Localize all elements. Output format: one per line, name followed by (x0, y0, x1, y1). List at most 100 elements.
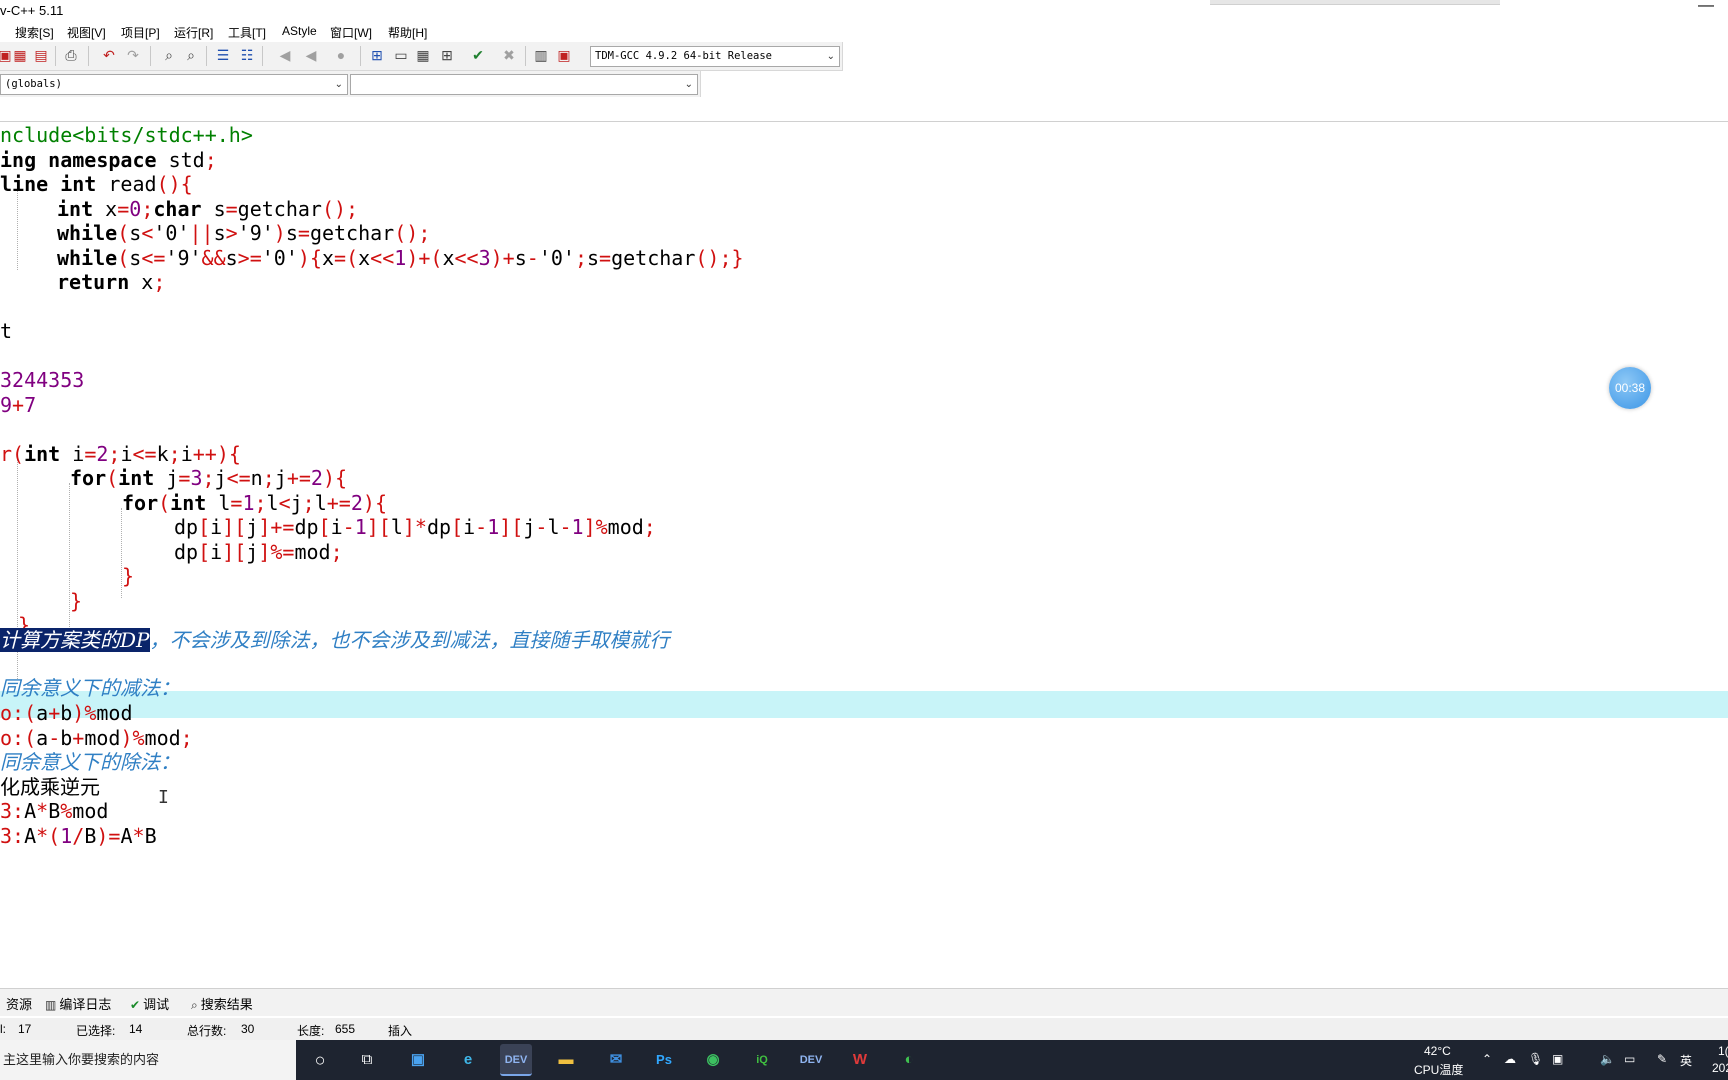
microphone-icon[interactable]: 🎙 (1528, 1052, 1543, 1066)
back-icon[interactable]: ◀ (276, 46, 294, 64)
tab-search-results[interactable]: ⌕ 搜索结果 (191, 994, 253, 1013)
pen-icon[interactable]: ✎ (1657, 1052, 1667, 1066)
selected-label: 已选择: (76, 1024, 116, 1038)
iqiyi-icon[interactable]: iQ (746, 1044, 778, 1076)
code-line: ing namespace std; (0, 148, 217, 172)
scope-select-value: (globals) (5, 78, 62, 90)
toolbar: ▣ ▦ ▤ ⎙ ↶ ↷ ⌕ ⌕ ☰ ☷ ◀ ◀ ● ⊞ ▭ ▦ ⊞ ✔ ✖ ▥ … (0, 42, 843, 71)
text-cursor: I (158, 787, 169, 808)
open-project-icon[interactable]: ▦ (11, 46, 29, 64)
file-explorer-icon[interactable]: ▬ (550, 1044, 582, 1076)
minimize-button[interactable]: — (1698, 0, 1714, 15)
ime-indicator[interactable]: 英 (1680, 1052, 1692, 1069)
devcpp-second-icon[interactable]: DEV (795, 1044, 827, 1076)
new-class-icon[interactable]: ⊞ (368, 46, 386, 64)
comment-line: 同余意义下的除法： (0, 750, 180, 774)
total-lines-label: 总行数: (187, 1024, 227, 1038)
browser-icon[interactable]: ◉ (697, 1044, 729, 1076)
code-line: o:(a-b+mod)%mod; (0, 726, 193, 750)
menu-window[interactable]: 窗口[W] (330, 24, 372, 41)
store-icon[interactable]: ▣ (402, 1044, 434, 1076)
save-all-icon[interactable]: ▤ (32, 46, 50, 64)
class-bar: (globals) ⌄ ⌄ (0, 71, 701, 97)
menu-tools[interactable]: 工具[T] (228, 24, 266, 41)
compiler-select[interactable]: TDM-GCC 4.9.2 64-bit Release ⌄ (590, 46, 840, 67)
code-line: 3244353 (0, 368, 85, 392)
line-label: l: (0, 1022, 6, 1036)
redo-icon[interactable]: ↷ (124, 46, 142, 64)
edge-icon[interactable]: e (452, 1044, 484, 1076)
tab-debug[interactable]: ✔ 调试 (130, 994, 169, 1013)
taskbar-search-placeholder: 主这里输入你要搜索的内容 (3, 1052, 160, 1067)
menu-astyle[interactable]: AStyle (282, 24, 317, 38)
menu-view[interactable]: 视图[V] (67, 24, 106, 41)
scope-select[interactable]: (globals) ⌄ (0, 74, 348, 95)
taskbar-search-input[interactable]: 主这里输入你要搜索的内容 (0, 1040, 296, 1080)
code-line: for(int l=1;l<j;l+=2){ (122, 491, 387, 515)
find-icon[interactable]: ⌕ (160, 46, 178, 64)
comment-line-selected: 计算方案类的DP，不会涉及到除法，也不会涉及到减法，直接随手取模就行 (0, 628, 670, 652)
menu-run[interactable]: 运行[R] (174, 24, 213, 41)
close-icon[interactable]: ✖ (500, 46, 518, 64)
chevron-down-icon: ⌄ (334, 79, 343, 90)
clock-date[interactable]: 202 (1712, 1061, 1728, 1075)
title-bar: v-C++ 5.11 — (0, 0, 1728, 20)
chevron-down-icon: ⌄ (684, 79, 693, 90)
tab-resources[interactable]: 资源 (6, 994, 32, 1013)
code-line: nclude<bits/stdc++.h> (0, 123, 253, 147)
unindent-icon[interactable]: ☷ (238, 46, 256, 64)
wechat-icon[interactable]: ◐ (893, 1044, 925, 1076)
print-icon[interactable]: ⎙ (62, 46, 80, 64)
length-label: 长度: (297, 1024, 325, 1038)
forward-icon[interactable]: ◀ (302, 46, 320, 64)
profile-icon[interactable]: ▣ (555, 46, 573, 64)
code-line: while(s<'0'||s>'9')s=getchar(); (57, 221, 431, 245)
current-line-highlight (0, 691, 1728, 718)
clock-time[interactable]: 1( (1718, 1044, 1728, 1058)
menu-help[interactable]: 帮助[H] (388, 24, 427, 41)
text-selection: 计算方案类的DP (0, 628, 150, 652)
member-select[interactable]: ⌄ (350, 74, 698, 95)
comment-line: 同余意义下的减法： (0, 676, 180, 700)
taskbar: 主这里输入你要搜索的内容 ○ ⧉ ▣ e DEV ▬ ✉ Ps ◉ iQ DEV… (0, 1040, 1728, 1080)
code-line: for(int j=3;j<=n;j+=2){ (70, 466, 348, 490)
check-icon: ✔ (130, 998, 141, 1012)
indent-icon[interactable]: ☰ (214, 46, 232, 64)
menu-project[interactable]: 项目[P] (121, 24, 160, 41)
chart-icon[interactable]: ▥ (532, 46, 550, 64)
code-line: r(int i=2;i<=k;i++){ (0, 442, 241, 466)
grid-icon[interactable]: ▦ (414, 46, 432, 64)
bookmark-icon[interactable]: ● (332, 46, 350, 64)
tab-compile-log[interactable]: ▥ 编译日志 (45, 994, 111, 1013)
code-line: dp[i][j]+=dp[i-1][l]*dp[i-1][j-l-1]%mod; (174, 515, 656, 539)
window-title: v-C++ 5.11 (0, 3, 64, 18)
menu-search[interactable]: 搜索[S] (15, 24, 54, 41)
code-line: return x; (57, 270, 166, 294)
chevron-up-icon[interactable]: ⌃ (1482, 1052, 1492, 1066)
code-line: while(s<='9'&&s>='0'){x=(x<<1)+(x<<3)+s-… (57, 246, 744, 270)
wps-icon[interactable]: W (844, 1044, 876, 1076)
code-line: 3:A*B%mod (0, 799, 109, 823)
recording-timer[interactable]: 00:38 (1609, 367, 1651, 409)
indent-guide (17, 189, 18, 270)
photoshop-icon[interactable]: Ps (648, 1044, 680, 1076)
screen-icon[interactable]: ▣ (1552, 1052, 1563, 1066)
task-view-icon[interactable]: ⧉ (351, 1044, 383, 1076)
layout-icon[interactable]: ⊞ (438, 46, 456, 64)
replace-icon[interactable]: ⌕ (182, 46, 200, 64)
network-icon[interactable]: ▭ (1624, 1052, 1635, 1066)
code-line: dp[i][j]%=mod; (174, 540, 343, 564)
search-icon: ⌕ (191, 998, 198, 1012)
volume-icon[interactable]: 🔈 (1600, 1052, 1615, 1066)
code-line: line int read(){ (0, 172, 193, 196)
cpu-temp-label: CPU温度 (1414, 1063, 1464, 1077)
mail-icon[interactable]: ✉ (600, 1044, 632, 1076)
devcpp-taskbar-icon[interactable]: DEV (500, 1044, 532, 1076)
window-icon[interactable]: ▭ (392, 46, 410, 64)
cortana-icon[interactable]: ○ (304, 1044, 336, 1076)
length-value: 655 (335, 1022, 356, 1036)
undo-icon[interactable]: ↶ (100, 46, 118, 64)
check-icon[interactable]: ✔ (469, 46, 487, 64)
cloud-icon[interactable]: ☁ (1504, 1052, 1516, 1066)
code-editor[interactable]: nclude<bits/stdc++.h> ing namespace std;… (0, 122, 1728, 988)
